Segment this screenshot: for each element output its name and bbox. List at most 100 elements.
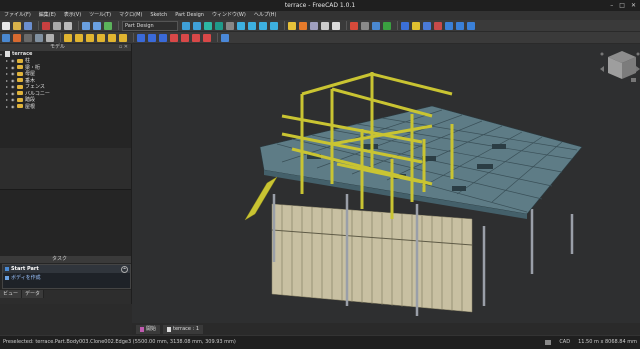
attach-sketch-icon[interactable] xyxy=(423,21,431,30)
sketch-icon[interactable] xyxy=(412,21,420,30)
menu-part-design[interactable]: Part Design xyxy=(171,11,208,20)
toolbar-separator xyxy=(38,21,39,30)
model-panel-header: モデル ▫ ✕ xyxy=(0,44,131,51)
subshape-binder-icon[interactable] xyxy=(24,33,32,42)
navigation-cube[interactable] xyxy=(600,51,640,82)
task-box-header[interactable]: Start Part ^ xyxy=(3,265,130,273)
subtractive-primitive-icon[interactable] xyxy=(203,33,211,42)
folder-icon xyxy=(17,91,23,96)
pocket-icon[interactable] xyxy=(137,33,145,42)
task-box: Start Part ^ ボディを作成 xyxy=(2,264,131,289)
clone-icon[interactable] xyxy=(13,33,21,42)
link-icon[interactable] xyxy=(310,21,318,30)
hole-icon[interactable] xyxy=(148,33,156,42)
window-controls: – □ ✕ xyxy=(610,0,636,11)
record-macro-icon[interactable] xyxy=(350,21,358,30)
collapse-icon[interactable]: ^ xyxy=(121,266,128,273)
whats-this-icon[interactable] xyxy=(332,21,340,30)
macro-icon[interactable] xyxy=(321,21,329,30)
undo-icon[interactable] xyxy=(82,21,90,30)
body-icon[interactable] xyxy=(401,21,409,30)
datum-plane-icon[interactable] xyxy=(445,21,453,30)
menu-window[interactable]: ウィンドウ(W) xyxy=(208,11,250,20)
boolean-icon[interactable] xyxy=(221,33,229,42)
save-icon[interactable] xyxy=(24,21,32,30)
subtractive-helix-icon[interactable] xyxy=(192,33,200,42)
view-front-icon[interactable] xyxy=(237,21,245,30)
document-icon xyxy=(167,326,172,332)
folder-icon xyxy=(17,71,23,76)
copy-icon[interactable] xyxy=(53,21,61,30)
helix-icon[interactable] xyxy=(108,33,116,42)
menu-sketch[interactable]: Sketch xyxy=(146,11,171,20)
menu-macro[interactable]: マクロ(M) xyxy=(115,11,146,20)
subtractive-loft-icon[interactable] xyxy=(170,33,178,42)
groove-icon[interactable] xyxy=(159,33,167,42)
measure-icon[interactable] xyxy=(270,21,278,30)
folder-icon xyxy=(17,78,23,83)
view-right-icon[interactable] xyxy=(259,21,267,30)
view-top-icon[interactable] xyxy=(248,21,256,30)
pad-icon[interactable] xyxy=(64,33,72,42)
panel-float-close-icons[interactable]: ▫ ✕ xyxy=(119,44,128,51)
macro-list-icon[interactable] xyxy=(372,21,380,30)
navigation-style[interactable]: CAD xyxy=(559,336,570,348)
create-body-label: ボディを作成 xyxy=(11,275,41,281)
shape-binder-icon[interactable] xyxy=(2,33,10,42)
document-tabs: 開始 terrace : 1 xyxy=(132,323,640,335)
menu-file[interactable]: ファイル(F) xyxy=(0,11,35,20)
pipe-icon[interactable] xyxy=(97,33,105,42)
selection-icon[interactable] xyxy=(215,21,223,30)
validate-sketch-icon[interactable] xyxy=(434,21,442,30)
refresh-icon[interactable] xyxy=(104,21,112,30)
close-icon[interactable]: ✕ xyxy=(631,0,636,11)
revolution-icon[interactable] xyxy=(75,33,83,42)
shape-icon[interactable] xyxy=(46,33,54,42)
redo-icon[interactable] xyxy=(93,21,101,30)
workbench-selector[interactable]: Part Design xyxy=(122,20,178,31)
property-tabs: ビュー データ xyxy=(0,290,45,298)
folder-icon xyxy=(17,97,23,102)
task-panel-title: タスク xyxy=(52,256,68,262)
group-icon[interactable] xyxy=(299,21,307,30)
open-icon[interactable] xyxy=(13,21,21,30)
zoom-icon[interactable] xyxy=(182,21,190,30)
local-cs-icon[interactable] xyxy=(35,33,43,42)
menu-edit[interactable]: 編集(E) xyxy=(35,11,60,20)
maximize-icon[interactable]: □ xyxy=(619,0,625,11)
subtractive-pipe-icon[interactable] xyxy=(181,33,189,42)
model-tree: ▾ terrace ▸ ◉ 柱 ▸ ◉ 梁・桁 ▸ ◉ 母屋 ▸ ◉ 垂木 ▸ … xyxy=(0,51,131,148)
tree-item-label: 屋根 xyxy=(25,103,36,110)
menu-help[interactable]: ヘルプ(H) xyxy=(250,11,281,20)
cut-icon[interactable] xyxy=(42,21,50,30)
datum-point-icon[interactable] xyxy=(467,21,475,30)
fit-all-icon[interactable] xyxy=(193,21,201,30)
tab-start[interactable]: 開始 xyxy=(136,324,161,334)
tab-terrace[interactable]: terrace : 1 xyxy=(163,324,204,334)
datum-line-icon[interactable] xyxy=(456,21,464,30)
part-icon[interactable] xyxy=(288,21,296,30)
folder-icon xyxy=(17,65,23,70)
new-document-icon[interactable] xyxy=(2,21,10,30)
start-page-icon xyxy=(140,326,144,332)
draw-style-icon[interactable] xyxy=(204,21,212,30)
minimize-icon[interactable]: – xyxy=(610,0,613,11)
toolbar-separator xyxy=(118,21,119,30)
loft-icon[interactable] xyxy=(86,33,94,42)
run-macro-icon[interactable] xyxy=(383,21,391,30)
tree-item[interactable]: ▸ ◉ 屋根 xyxy=(0,103,131,110)
tab-view[interactable]: ビュー xyxy=(0,290,23,298)
stop-macro-icon[interactable] xyxy=(361,21,369,30)
dimension-readout: 11.50 m x 8068.84 mm xyxy=(578,339,637,345)
menu-view[interactable]: 表示(V) xyxy=(60,11,85,20)
navigation-style-icon[interactable] xyxy=(545,339,552,345)
tab-start-label: 開始 xyxy=(146,325,157,332)
menu-tools[interactable]: ツール(T) xyxy=(85,11,115,20)
tab-data[interactable]: データ xyxy=(22,290,45,298)
view-axo-icon[interactable] xyxy=(226,21,234,30)
create-body-action[interactable]: ボディを作成 xyxy=(3,273,130,283)
3d-viewport[interactable] xyxy=(132,44,640,323)
fence xyxy=(271,203,473,313)
additive-primitive-icon[interactable] xyxy=(119,33,127,42)
paste-icon[interactable] xyxy=(64,21,72,30)
